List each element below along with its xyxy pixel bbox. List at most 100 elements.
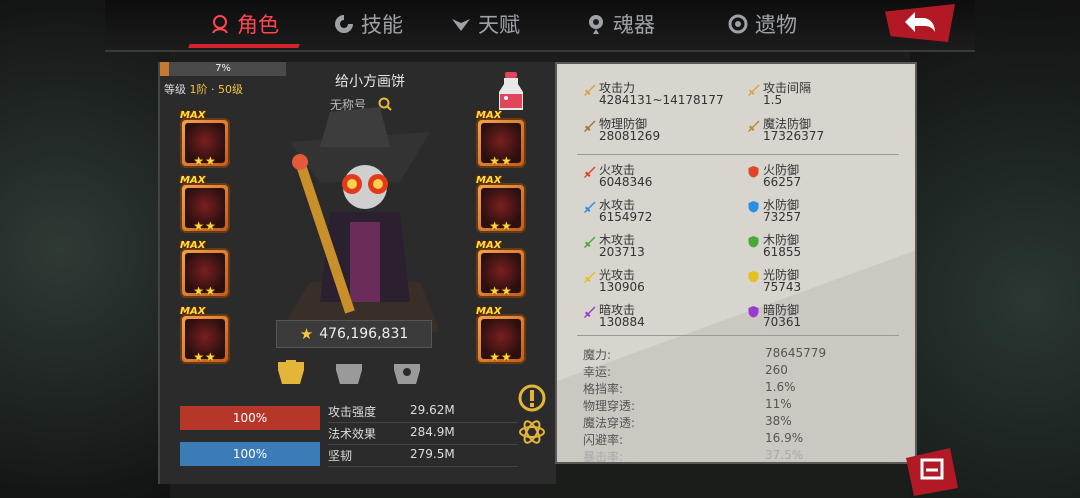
star-rating: ★★ xyxy=(489,350,513,364)
tab-label: 遗物 xyxy=(755,13,797,37)
equipment-slot[interactable]: MAX ★★ xyxy=(476,240,526,298)
hero-portrait xyxy=(280,107,440,332)
misc-stat-label: 暴击率: xyxy=(583,450,624,464)
sword-icon xyxy=(584,84,596,96)
misc-stat-value: 78645779 xyxy=(765,346,827,360)
divider xyxy=(577,154,899,155)
equipment-slot[interactable]: MAX ★★ xyxy=(180,110,230,168)
tab-label: 魂器 xyxy=(613,13,655,37)
hp-bar: 100% xyxy=(180,406,320,430)
misc-stat-label: 格挡率: xyxy=(583,382,624,396)
misc-stat-row: 物理穿透: 11% xyxy=(583,397,903,414)
star-rating: ★★ xyxy=(193,154,217,168)
tab-soul-artifact[interactable]: 魂器 xyxy=(585,6,655,42)
star-rating: ★★ xyxy=(489,219,513,233)
stat-value: 70361 xyxy=(763,315,802,329)
star-icon: ★ xyxy=(299,325,314,343)
misc-stat-value: 11% xyxy=(765,397,792,411)
mp-bar: 100% xyxy=(180,442,320,466)
tab-character[interactable]: 角色 xyxy=(209,6,279,42)
water-sword-icon xyxy=(584,201,596,213)
stat-value: 6048346 xyxy=(599,175,653,189)
dark-shield-icon xyxy=(748,306,759,318)
exp-progress-bar: 7% xyxy=(160,62,286,76)
stats-panel: 攻击力 4284131~14178177 攻击间隔 1.5 物理防御 28081269 魔法… xyxy=(555,62,917,464)
stat-value: 203713 xyxy=(599,245,645,259)
equipment-slot[interactable]: MAX ★★ xyxy=(180,175,230,233)
equipment-slot[interactable]: MAX ★★ xyxy=(476,306,526,364)
misc-stat-value: 16.9% xyxy=(765,431,804,445)
misc-stat-label: 物理穿透: xyxy=(583,399,636,413)
level-stage: 1阶 xyxy=(189,83,208,96)
character-name: 给小方画饼 xyxy=(335,74,405,90)
equipment-slot[interactable]: MAX ★★ xyxy=(476,175,526,233)
back-button[interactable] xyxy=(885,4,955,42)
stat-value: 75743 xyxy=(763,280,802,294)
magic-wand-icon xyxy=(748,120,760,132)
combat-power-value: 476,196,831 xyxy=(319,326,409,342)
stat-value: 6154972 xyxy=(599,210,653,224)
wood-shield-icon xyxy=(748,236,759,248)
sub-stat-row: 法术效果 284.9M xyxy=(328,422,518,445)
equipment-slot[interactable]: MAX ★★ xyxy=(476,110,526,168)
sub-stat-value: 279.5M xyxy=(410,447,455,461)
atom-icon[interactable] xyxy=(518,418,546,446)
background-left xyxy=(0,0,170,498)
character-icon xyxy=(212,15,228,34)
combat-power: ★ 476,196,831 xyxy=(276,320,432,348)
tab-label: 天赋 xyxy=(478,13,520,37)
max-badge: MAX xyxy=(476,306,502,317)
stat-value: 130884 xyxy=(599,315,645,329)
stat-value: 66257 xyxy=(763,175,802,189)
misc-stat-label: 幸运: xyxy=(583,365,612,379)
level-value: 50级 xyxy=(218,83,243,96)
misc-stat-value: 38% xyxy=(765,414,792,428)
level-prefix: 等级 xyxy=(164,83,190,96)
armor-set-1-icon[interactable] xyxy=(274,358,308,386)
misc-stat-value: 37.5% xyxy=(765,448,804,462)
fire-sword-icon xyxy=(584,166,596,178)
stat-value: 17326377 xyxy=(763,129,825,143)
skill-icon xyxy=(335,15,353,33)
misc-stat-row: 幸运: 260 xyxy=(583,363,903,380)
star-rating: ★★ xyxy=(193,350,217,364)
misc-stat-value: 1.6% xyxy=(765,380,796,394)
potion-icon[interactable] xyxy=(496,70,526,114)
equipment-slot[interactable]: MAX ★★ xyxy=(180,306,230,364)
level-text: 等级 1阶 · 50级 xyxy=(164,81,243,97)
max-badge: MAX xyxy=(476,240,502,251)
tab-label: 角色 xyxy=(237,13,279,37)
armor-set-2-icon[interactable] xyxy=(332,358,366,386)
shield-icon xyxy=(584,120,596,132)
wood-sword-icon xyxy=(584,236,596,248)
tip-icon[interactable] xyxy=(518,384,546,412)
max-badge: MAX xyxy=(476,175,502,186)
tab-skill[interactable]: 技能 xyxy=(333,6,403,42)
fire-shield-icon xyxy=(748,166,759,178)
max-badge: MAX xyxy=(180,175,206,186)
tab-relic[interactable]: 遗物 xyxy=(727,6,797,42)
background-right xyxy=(910,0,1080,498)
misc-stat-row: 魔法穿透: 38% xyxy=(583,414,903,431)
exp-percent: 7% xyxy=(215,63,231,74)
tab-talent[interactable]: 天赋 xyxy=(450,6,520,42)
misc-stat-value: 260 xyxy=(765,363,788,377)
misc-stat-label: 魔法穿透: xyxy=(583,416,636,430)
star-rating: ★★ xyxy=(193,284,217,298)
light-sword-icon xyxy=(584,271,596,283)
misc-stat-row: 暴击率: 37.5% xyxy=(583,448,903,464)
misc-stat-row: 魔力: 78645779 xyxy=(583,346,903,363)
level-sep: · xyxy=(207,83,218,96)
top-nav: 角色 技能 天赋 魂器 遗物 xyxy=(105,0,975,52)
relic-icon xyxy=(728,14,748,34)
event-badge-icon[interactable] xyxy=(900,444,962,498)
back-arrow-icon xyxy=(905,12,935,32)
star-rating: ★★ xyxy=(193,219,217,233)
armor-set-3-icon[interactable] xyxy=(390,358,424,386)
sub-stat-label: 坚韧 xyxy=(328,449,353,463)
equipment-slot[interactable]: MAX ★★ xyxy=(180,240,230,298)
soul-artifact-icon xyxy=(589,15,603,34)
sub-stat-label: 攻击强度 xyxy=(328,405,377,419)
dark-sword-icon xyxy=(584,306,596,318)
tab-label: 技能 xyxy=(361,13,403,37)
